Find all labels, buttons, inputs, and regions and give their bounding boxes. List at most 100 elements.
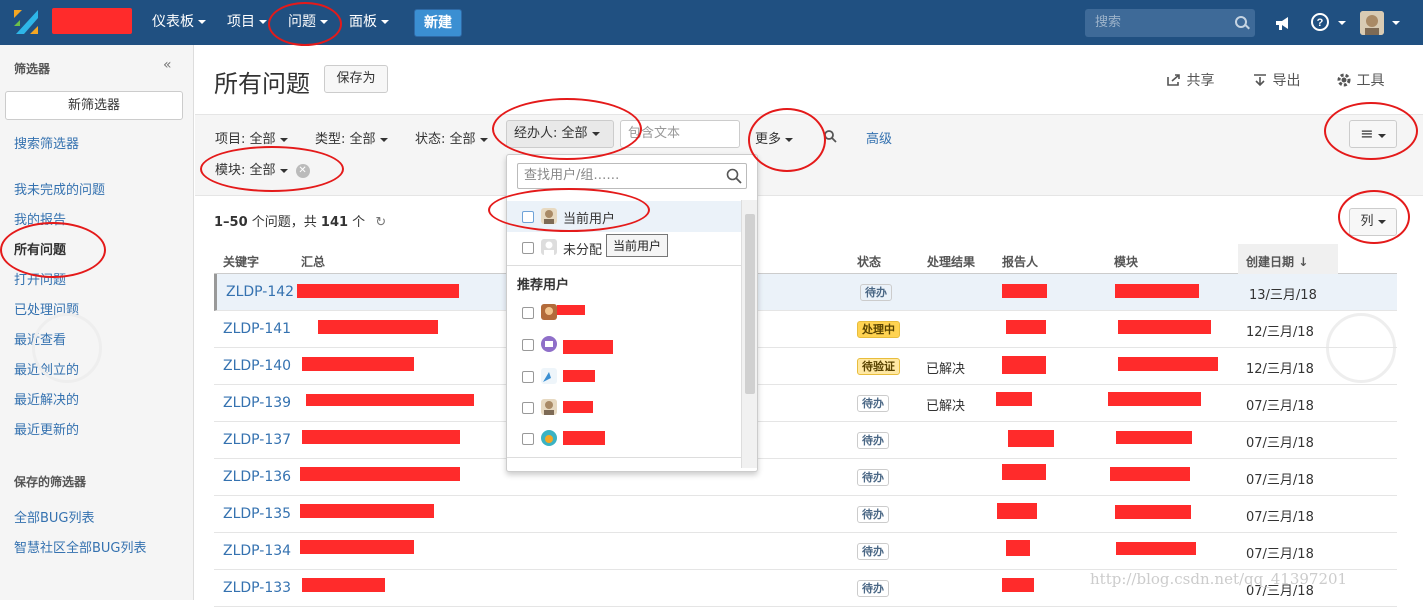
column-reporter[interactable]: 报告人: [1002, 253, 1038, 270]
checkbox[interactable]: [522, 402, 534, 414]
status-filter[interactable]: 状态: 全部: [415, 128, 488, 147]
table-row[interactable]: ZLDP-141 处理中 12/三月/18: [214, 311, 1397, 348]
scrollbar-thumb[interactable]: [745, 214, 755, 394]
column-module[interactable]: 模块: [1114, 253, 1138, 270]
option-user[interactable]: [507, 297, 741, 328]
megaphone-icon[interactable]: [1273, 13, 1293, 33]
sidebar-item-updated-recently[interactable]: 最近更新的: [14, 419, 79, 438]
redacted-reporter: [1008, 430, 1054, 447]
redacted-summary: [297, 284, 459, 298]
user-avatar-icon: [541, 304, 557, 320]
column-status[interactable]: 状态: [857, 253, 881, 270]
option-user[interactable]: [507, 329, 741, 360]
option-user[interactable]: [507, 361, 741, 392]
redacted-module: [1115, 284, 1199, 298]
sidebar-item-resolved-recently[interactable]: 最近解决的: [14, 389, 79, 408]
issue-key[interactable]: ZLDP-142: [226, 284, 294, 300]
chevron-down-icon: [259, 20, 267, 24]
annotation-circle: [200, 146, 344, 192]
issue-key[interactable]: ZLDP-134: [223, 543, 291, 559]
jira-logo-icon[interactable]: [10, 6, 42, 38]
new-filter-button[interactable]: 新筛选器: [5, 91, 183, 120]
created-date: 07/三月/18: [1246, 473, 1314, 488]
column-created[interactable]: 创建日期 ↓: [1246, 253, 1308, 270]
status-badge: 待验证: [857, 358, 900, 375]
site-name-redacted[interactable]: [52, 8, 132, 34]
annotation-circle: [748, 108, 826, 172]
column-summary[interactable]: 汇总: [301, 253, 325, 270]
redacted-reporter: [1002, 356, 1046, 374]
issue-key[interactable]: ZLDP-136: [223, 469, 291, 485]
redacted-summary: [306, 394, 474, 406]
gear-icon: [1337, 73, 1351, 87]
export-button[interactable]: 导出: [1252, 70, 1300, 90]
project-filter-label: 项目: 全部: [215, 132, 276, 147]
table-row[interactable]: ZLDP-140 待验证 已解决 12/三月/18: [214, 348, 1397, 385]
issue-key[interactable]: ZLDP-140: [223, 358, 291, 374]
table-row[interactable]: ZLDP-136 待办 07/三月/18: [214, 459, 1397, 496]
chevron-down-icon: [379, 137, 388, 142]
status-badge: 待办: [860, 284, 892, 301]
redacted-module: [1110, 467, 1190, 481]
sidebar-item-my-open-issues[interactable]: 我未完成的问题: [14, 179, 105, 198]
created-date: 12/三月/18: [1246, 362, 1314, 377]
redacted-reporter: [1002, 578, 1034, 592]
nav-projects[interactable]: 项目: [221, 0, 273, 45]
redacted-user-name: [563, 401, 593, 413]
table-row[interactable]: ZLDP-142 待办 13/三月/18: [214, 274, 1397, 311]
chevron-down-icon: [279, 137, 288, 142]
created-date: 07/三月/18: [1246, 510, 1314, 525]
nav-boards[interactable]: 面板: [343, 0, 395, 45]
column-key[interactable]: 关键字: [223, 253, 259, 270]
issue-key[interactable]: ZLDP-141: [223, 321, 291, 337]
redacted-reporter: [1006, 540, 1030, 556]
type-filter[interactable]: 类型: 全部: [315, 128, 388, 147]
share-button[interactable]: 共享: [1166, 70, 1214, 90]
refresh-icon[interactable]: ↻: [375, 215, 386, 230]
dropdown-scrollbar[interactable]: [741, 200, 757, 468]
checkbox[interactable]: [522, 339, 534, 351]
redacted-summary: [302, 578, 385, 592]
issue-key[interactable]: ZLDP-137: [223, 432, 291, 448]
option-user[interactable]: [507, 392, 741, 423]
saved-filter-all-bugs[interactable]: 全部BUG列表: [14, 507, 95, 526]
user-avatar-icon: [1360, 11, 1384, 35]
redacted-module: [1118, 320, 1211, 334]
checkbox[interactable]: [522, 433, 534, 445]
search-placeholder: 搜索: [1095, 15, 1122, 30]
user-avatar[interactable]: [1360, 11, 1384, 35]
checkbox[interactable]: [522, 307, 534, 319]
table-row[interactable]: ZLDP-137 待办 07/三月/18: [214, 422, 1397, 459]
redacted-summary: [302, 357, 414, 371]
project-filter[interactable]: 项目: 全部: [215, 128, 288, 147]
user-avatar-icon: [541, 336, 557, 352]
issue-key[interactable]: ZLDP-139: [223, 395, 291, 411]
column-resolution[interactable]: 处理结果: [927, 253, 975, 270]
save-as-button[interactable]: 保存为: [324, 65, 388, 93]
issue-key[interactable]: ZLDP-135: [223, 506, 291, 522]
export-icon: [1254, 74, 1266, 87]
redacted-module: [1118, 357, 1218, 371]
advanced-search-link[interactable]: 高级: [866, 128, 892, 147]
results-total: 141: [320, 215, 349, 230]
issue-key[interactable]: ZLDP-133: [223, 580, 291, 596]
nav-dashboards[interactable]: 仪表板: [146, 0, 212, 45]
global-search-input[interactable]: 搜索: [1085, 9, 1255, 37]
help-icon[interactable]: ?: [1310, 12, 1330, 32]
resolution-value: 已解决: [926, 399, 966, 414]
create-button[interactable]: 新建: [414, 9, 462, 37]
redacted-module: [1115, 505, 1191, 519]
table-header: [214, 244, 1397, 274]
table-row[interactable]: ZLDP-134 待办 07/三月/18: [214, 533, 1397, 570]
checkbox[interactable]: [522, 371, 534, 383]
saved-filter-community-bugs[interactable]: 智慧社区全部BUG列表: [14, 537, 147, 556]
user-search-input[interactable]: 查找用户/组……: [517, 163, 747, 189]
tools-button[interactable]: 工具: [1336, 70, 1384, 90]
option-user[interactable]: [507, 423, 741, 454]
search-filters-link[interactable]: 搜索筛选器: [14, 133, 79, 152]
chevron-down-icon: [479, 137, 488, 142]
collapse-sidebar-icon[interactable]: «: [163, 57, 172, 73]
checkbox[interactable]: [522, 242, 534, 254]
table-row[interactable]: ZLDP-139 待办 已解决 07/三月/18: [214, 385, 1397, 422]
table-row[interactable]: ZLDP-135 待办 07/三月/18: [214, 496, 1397, 533]
